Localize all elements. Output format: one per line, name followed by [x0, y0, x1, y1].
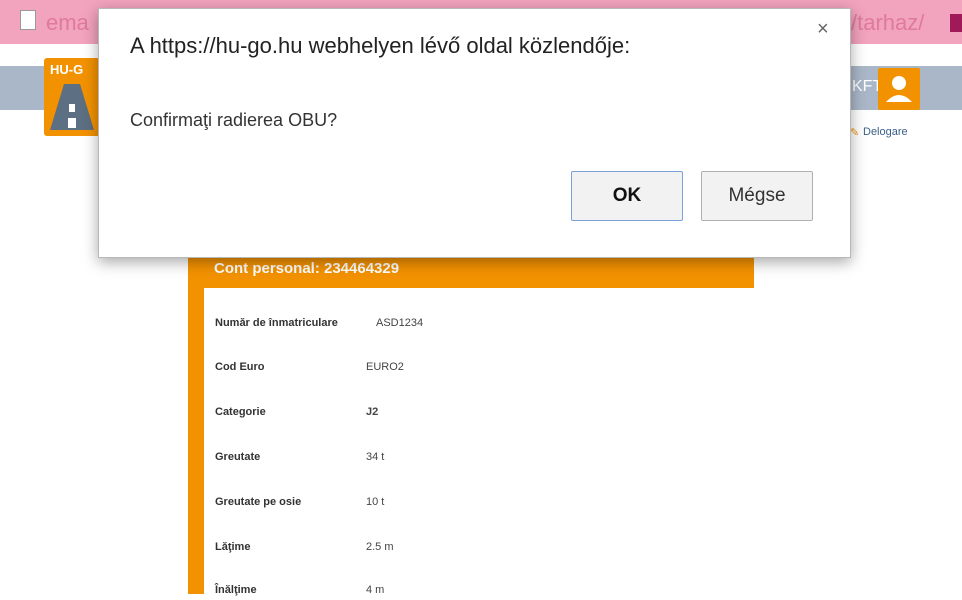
ok-button[interactable]: OK: [571, 171, 683, 221]
row-label: Cod Euro: [215, 361, 265, 373]
row-value: 2.5 m: [366, 541, 394, 553]
detail-row-axle-weight: Greutate pe osie 10 t: [215, 496, 735, 512]
cancel-button[interactable]: Mégse: [701, 171, 813, 221]
row-label: Lăţime: [215, 541, 251, 553]
logo-text: HU-G: [50, 62, 84, 77]
account-card: Cont personal: 234464329 Număr de înmatr…: [188, 252, 754, 596]
row-label: Greutate pe osie: [215, 496, 302, 508]
user-icon[interactable]: [878, 68, 920, 110]
user-avatar-icon: [886, 76, 912, 102]
dialog-title: A https://hu-go.hu webhelyen lévő oldal …: [130, 33, 631, 58]
logout-icon[interactable]: ✎: [850, 126, 859, 139]
logout-link[interactable]: Delogare: [863, 126, 908, 138]
row-label: Număr de înmatriculare: [215, 317, 338, 329]
row-value: 4 m: [366, 584, 385, 596]
row-value: EURO2: [366, 361, 404, 373]
close-icon[interactable]: ×: [817, 19, 829, 39]
url-text-right[interactable]: /tarhaz/: [851, 10, 924, 36]
detail-row-width: Lăţime 2.5 m: [215, 541, 735, 557]
row-value: J2: [366, 406, 379, 418]
extension-icon[interactable]: [950, 14, 962, 32]
detail-row-height: Înălţime 4 m: [215, 584, 735, 600]
page-icon: [20, 10, 36, 30]
road-icon: [50, 84, 94, 130]
confirm-dialog: A https://hu-go.hu webhelyen lévő oldal …: [98, 8, 851, 258]
url-text-left[interactable]: ema: [46, 10, 89, 36]
row-label: Greutate: [215, 451, 261, 463]
card-title: Cont personal: 234464329: [214, 260, 400, 277]
detail-row-category: Categorie J2: [215, 406, 735, 422]
hu-go-logo[interactable]: HU-G: [44, 58, 100, 136]
row-value: ASD1234: [376, 317, 424, 329]
detail-row-weight: Greutate 34 t: [215, 451, 735, 467]
detail-row-euro-code: Cod Euro EURO2: [215, 361, 735, 377]
row-value: 10 t: [366, 496, 385, 508]
card-body: Număr de înmatriculare ASD1234 Cod Euro …: [204, 288, 754, 596]
dialog-message: Confirmaţi radierea OBU?: [130, 110, 338, 130]
row-label: Categorie: [215, 406, 266, 418]
detail-row-registration: Număr de înmatriculare ASD1234: [215, 317, 735, 333]
row-label: Înălţime: [215, 584, 257, 596]
row-value: 34 t: [366, 451, 385, 463]
